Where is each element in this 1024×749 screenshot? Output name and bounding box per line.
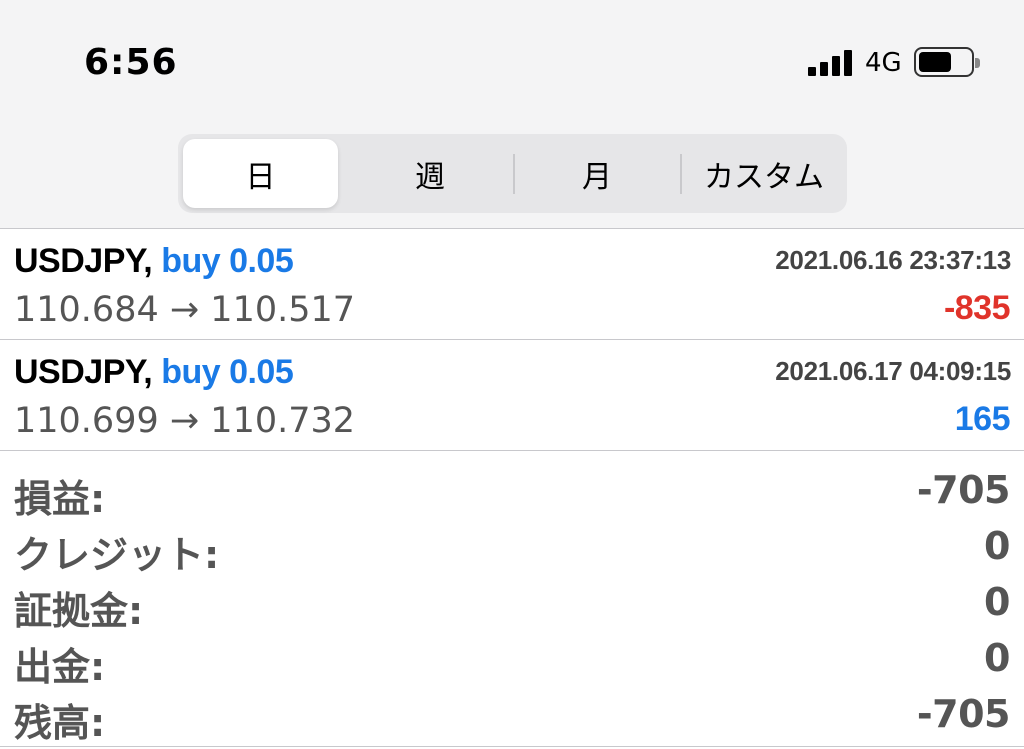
tab-week[interactable]: 週 (346, 134, 514, 213)
deal-row[interactable]: USDJPY, buy 0.05 2021.06.16 23:37:13 110… (0, 229, 1024, 340)
bottom-divider (0, 746, 1024, 747)
summary-label: 残高: (14, 701, 106, 745)
tab-day[interactable]: 日 (183, 139, 338, 208)
deal-datetime: 2021.06.17 04:09:15 (775, 356, 1011, 386)
summary-value: 0 (984, 580, 1010, 624)
summary-row-deposit: 証拠金: 0 (0, 574, 1024, 633)
summary-row-profit: 損益: -705 (0, 462, 1024, 521)
status-time: 6:56 (84, 42, 178, 83)
deal-symbol-line: USDJPY, buy 0.05 (14, 242, 294, 281)
summary-value: 0 (984, 636, 1010, 680)
deal-symbol: USDJPY, (14, 242, 153, 280)
signal-bars-icon (808, 50, 854, 76)
deal-symbol-line: USDJPY, buy 0.05 (14, 353, 294, 392)
deal-prices: 110.699 → 110.732 (14, 401, 356, 441)
deal-row[interactable]: USDJPY, buy 0.05 2021.06.17 04:09:15 110… (0, 340, 1024, 451)
summary-value: -705 (916, 692, 1011, 736)
summary-value: 0 (984, 524, 1010, 568)
summary-label: クレジット: (14, 533, 220, 577)
tab-month[interactable]: 月 (514, 134, 680, 213)
deal-prices: 110.684 → 110.517 (14, 290, 356, 330)
battery-icon (914, 47, 980, 77)
deal-profit: -835 (943, 289, 1011, 327)
summary-row-credit: クレジット: 0 (0, 518, 1024, 577)
period-segmented-control: 日 週 月 カスタム (178, 134, 847, 213)
summary-row-balance: 残高: -705 (0, 686, 1024, 745)
summary-label: 証拠金: (14, 589, 144, 633)
network-type: 4G (865, 48, 902, 78)
summary-value: -705 (916, 468, 1011, 512)
deal-type: buy 0.05 (161, 242, 294, 280)
summary-section: 損益: -705 クレジット: 0 証拠金: 0 出金: 0 残高: -705 (0, 462, 1024, 745)
header: 6:56 4G 日 週 月 カスタム (0, 0, 1024, 229)
deal-type: buy 0.05 (161, 353, 294, 391)
summary-label: 損益: (14, 477, 106, 521)
deal-symbol: USDJPY, (14, 353, 153, 391)
deal-datetime: 2021.06.16 23:37:13 (775, 245, 1011, 275)
summary-row-withdrawal: 出金: 0 (0, 630, 1024, 689)
tab-custom[interactable]: カスタム (681, 134, 847, 213)
summary-label: 出金: (14, 645, 106, 689)
deal-profit: 165 (954, 400, 1011, 438)
